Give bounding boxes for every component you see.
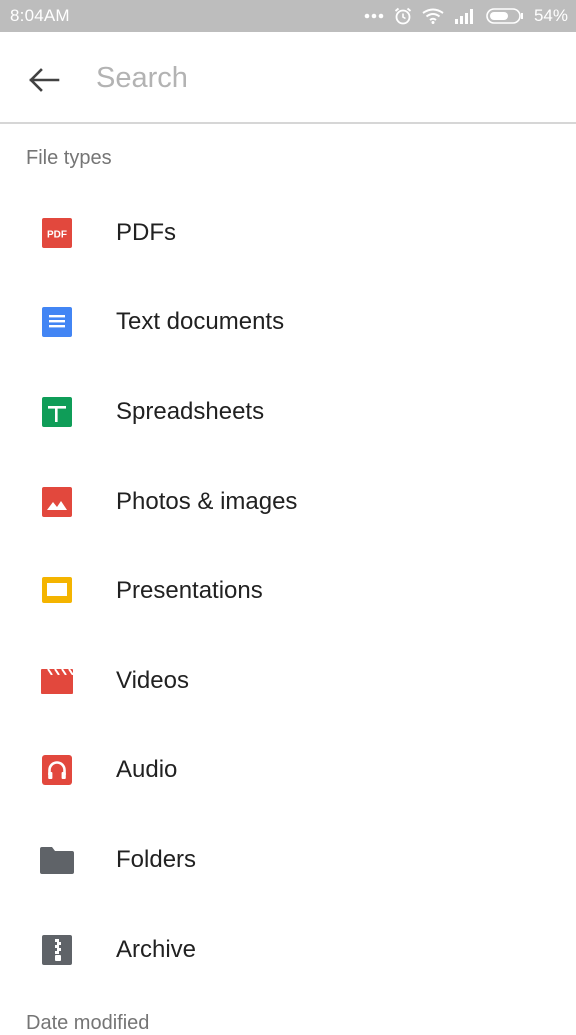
status-bar: 8:04AM 54%	[0, 0, 576, 32]
audio-icon	[40, 753, 74, 787]
archive-icon	[40, 933, 74, 967]
doc-icon	[40, 305, 74, 339]
file-type-item-pdfs[interactable]: PDF PDFs	[0, 188, 576, 278]
search-input[interactable]	[96, 56, 536, 100]
file-type-item-audio[interactable]: Audio	[0, 726, 576, 816]
file-type-item-text-documents[interactable]: Text documents	[0, 278, 576, 368]
file-type-item-spreadsheets[interactable]: Spreadsheets	[0, 367, 576, 457]
file-type-label: PDFs	[116, 218, 176, 246]
wifi-icon	[422, 8, 444, 24]
pdf-icon-text: PDF	[47, 229, 67, 240]
sheet-icon	[40, 395, 74, 429]
battery-percent: 54%	[533, 6, 568, 25]
image-icon	[40, 485, 74, 519]
file-type-label: Photos & images	[116, 487, 298, 515]
battery-icon	[486, 8, 523, 24]
more-dots-icon	[364, 13, 384, 19]
search-bar	[0, 32, 576, 124]
back-arrow-icon	[29, 68, 60, 92]
section-header-file-types: File types	[26, 147, 112, 169]
signal-icon	[454, 9, 473, 24]
file-type-label: Text documents	[116, 308, 285, 336]
file-type-label: Audio	[116, 756, 178, 784]
slides-icon	[40, 574, 74, 608]
file-type-item-videos[interactable]: Videos	[0, 636, 576, 726]
file-type-item-archive[interactable]: Archive	[0, 905, 576, 995]
file-type-label: Spreadsheets	[116, 397, 265, 425]
back-button[interactable]	[22, 58, 66, 102]
pdf-icon: PDF	[40, 216, 74, 250]
file-type-item-photos-images[interactable]: Photos & images	[0, 457, 576, 547]
file-type-item-presentations[interactable]: Presentations	[0, 546, 576, 636]
file-type-label: Archive	[116, 935, 197, 963]
alarm-icon	[394, 7, 412, 25]
folder-icon	[40, 843, 74, 877]
status-icons: 54%	[364, 6, 568, 26]
file-type-label: Folders	[116, 845, 197, 873]
file-type-label: Presentations	[116, 577, 263, 605]
file-type-list: PDF PDFs Text documents Spreadsheets Pho…	[0, 188, 576, 994]
file-type-label: Videos	[116, 666, 189, 694]
file-type-item-folders[interactable]: Folders	[0, 815, 576, 905]
video-icon	[40, 664, 74, 698]
status-time: 8:04AM	[10, 6, 70, 25]
